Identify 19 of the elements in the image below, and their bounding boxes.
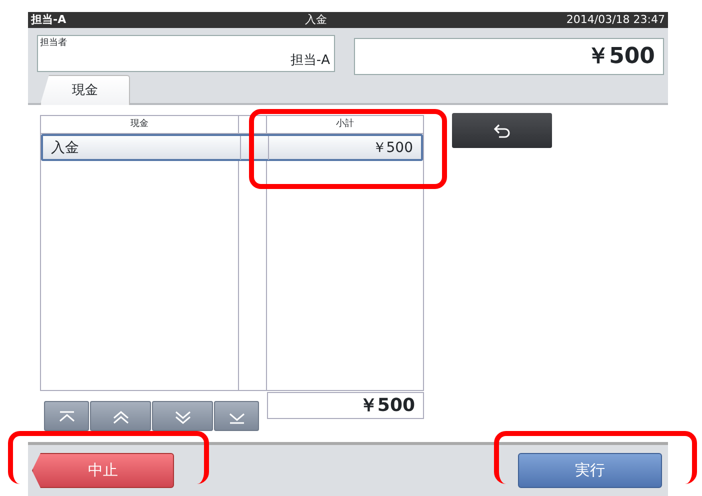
page-down-icon (172, 408, 192, 425)
table-row[interactable]: 入金 ￥500 (41, 134, 423, 161)
field-value: 担当-A (290, 52, 330, 70)
operator-name: 担当-A (31, 12, 66, 28)
table-cell: 入金 (43, 136, 241, 160)
scroll-button[interactable] (152, 401, 213, 431)
screen-title: 入金 (305, 12, 328, 28)
total-field: ￥500 (267, 392, 424, 419)
scroll-button[interactable] (214, 401, 259, 431)
tab[interactable]: 現金 (40, 75, 130, 105)
undo-icon (494, 124, 510, 138)
page-up-icon (110, 408, 130, 425)
field-label: 担当者 (40, 37, 67, 50)
scroll-button[interactable] (90, 401, 151, 431)
table-cell-text: ￥500 (371, 139, 414, 158)
amount-display: ￥500 (354, 38, 664, 75)
undo-button[interactable] (452, 113, 552, 148)
datetime: 2014/03/18 23:47 (566, 12, 665, 28)
scroll-button[interactable] (44, 401, 89, 431)
